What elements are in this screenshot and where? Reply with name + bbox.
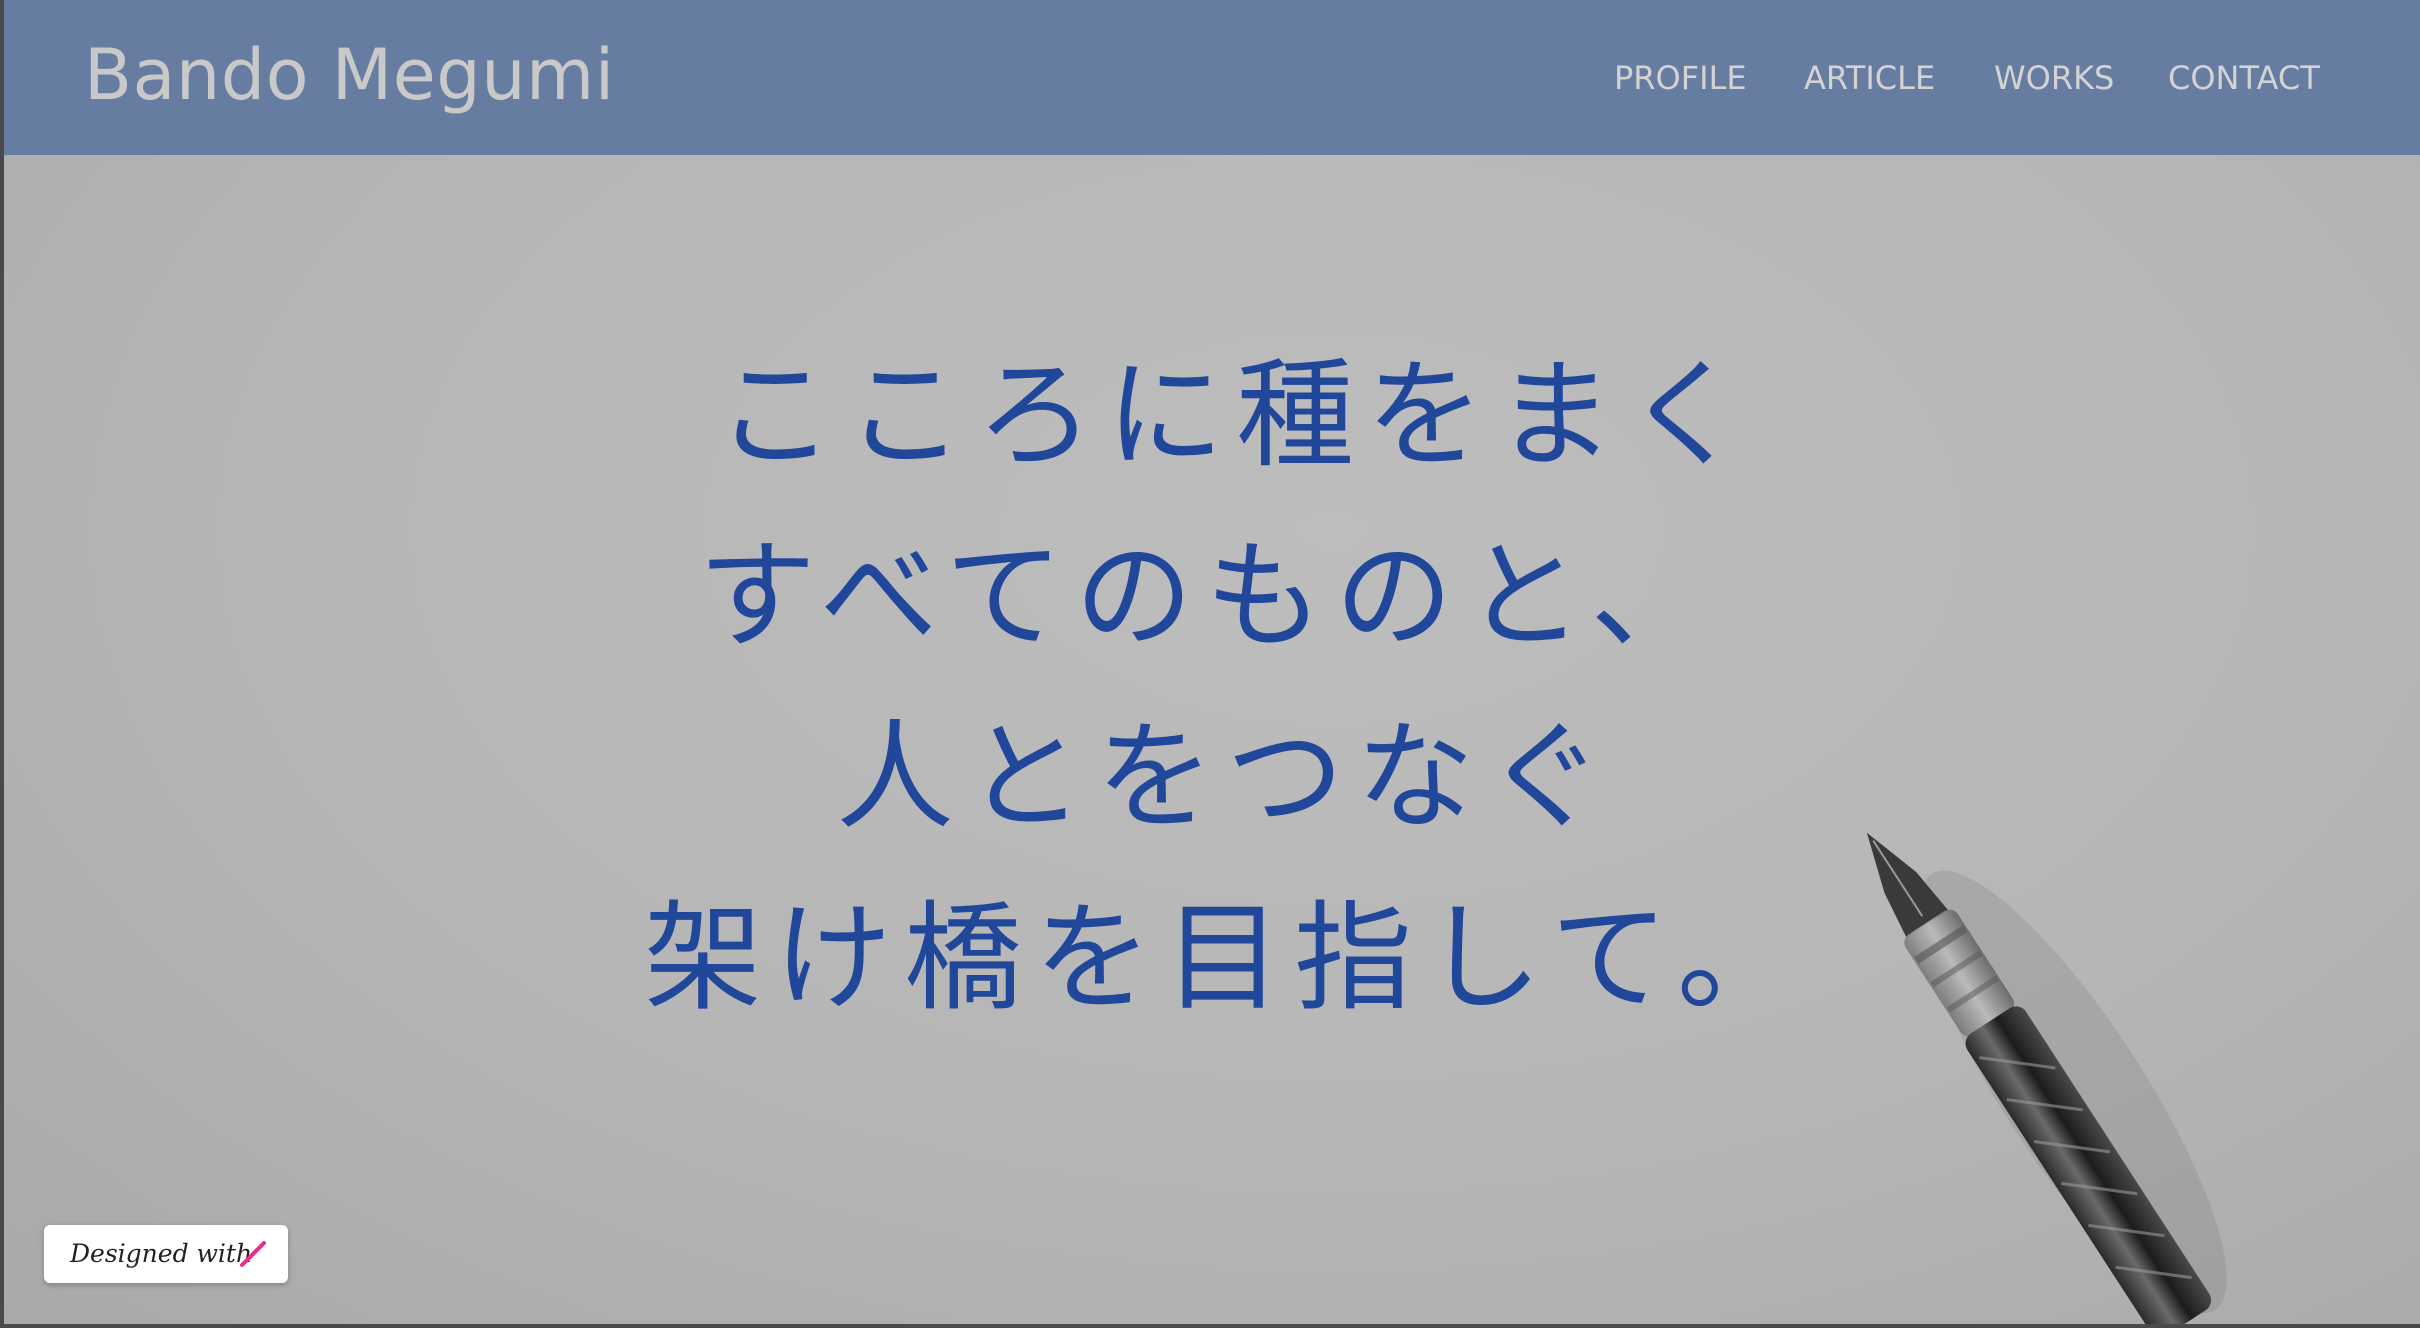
hero-line: 人とをつなぐ (836, 708, 1617, 846)
site-header: Bando Megumi PROFILE ARTICLE WORKS CONTA… (4, 0, 2420, 155)
hero-line: すべてのものと、 (698, 527, 1721, 665)
badge-label: Designed with (70, 1239, 253, 1268)
nav-contact[interactable]: CONTACT (2168, 50, 2320, 106)
pen-stroke-icon (240, 1241, 266, 1267)
nav-works[interactable]: WORKS (1994, 50, 2114, 106)
hero-line: こころに種をまく (716, 346, 1757, 484)
nav-article[interactable]: ARTICLE (1804, 50, 1935, 106)
designed-with-badge[interactable]: Designed with (44, 1225, 288, 1283)
page-frame: Bando Megumi PROFILE ARTICLE WORKS CONTA… (4, 0, 2420, 1324)
fountain-pen-image (1866, 832, 2227, 1324)
hero-line: 架け橋を目指して。 (644, 889, 1807, 1027)
site-brand[interactable]: Bando Megumi (84, 30, 615, 120)
nav-profile[interactable]: PROFILE (1614, 50, 1747, 106)
